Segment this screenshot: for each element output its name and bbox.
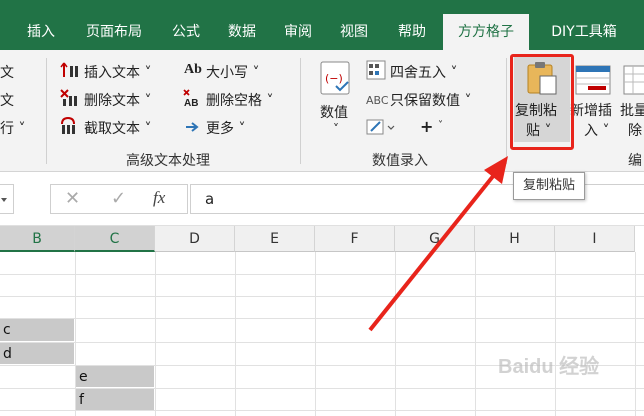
grid-line — [0, 410, 644, 411]
grid-line — [155, 252, 156, 416]
extract-text-button[interactable]: 截取文本 ˅ — [84, 118, 151, 138]
grid-line — [555, 252, 556, 416]
name-box-dropdown-icon[interactable] — [0, 195, 10, 205]
group-label-text: 高级文本处理 — [126, 153, 210, 169]
tab-fangfanggezi[interactable]: 方方格子 — [443, 14, 529, 50]
partial-text-3[interactable]: 行 ˅ — [0, 118, 25, 138]
grid-line — [235, 252, 236, 416]
insert-text-button[interactable]: 插入文本 ˅ — [84, 62, 151, 82]
value-icon: (−) — [320, 61, 350, 95]
arrow-right-icon — [186, 122, 199, 132]
partial-text-2[interactable]: 文 — [0, 90, 14, 110]
insert-function-button[interactable]: fx — [153, 188, 165, 208]
ribbon-separator — [300, 58, 301, 164]
round-icon — [366, 60, 386, 80]
tab-page-layout[interactable]: 页面布局 — [72, 14, 156, 50]
batch-delete-label-1[interactable]: 批量 — [620, 100, 644, 120]
grid-line — [0, 342, 644, 343]
cancel-entry-button[interactable]: ✕ — [65, 188, 80, 209]
round-button[interactable]: 四舍五入 ˅ — [390, 62, 457, 82]
tab-formulas[interactable]: 公式 — [160, 14, 212, 50]
plus-icon[interactable]: + — [420, 117, 433, 136]
extract-text-icon — [61, 116, 75, 134]
tab-data[interactable]: 数据 — [216, 14, 268, 50]
batch-delete-icon — [623, 65, 644, 95]
ribbon-separator — [46, 58, 47, 164]
watermark: Baidu 经验 — [498, 356, 600, 378]
delete-text-icon — [60, 89, 77, 106]
insert-text-icon — [60, 62, 78, 77]
grid-line — [0, 318, 644, 319]
case-icon: Ab — [184, 62, 202, 77]
grid-line — [0, 296, 644, 297]
new-insert-label-1[interactable]: 新增插 — [570, 100, 612, 120]
abc-icon: ABC — [366, 94, 389, 107]
group-label-edit: 编 — [628, 153, 642, 169]
highlight-box — [510, 54, 574, 150]
change-case-button[interactable]: 大小写 ˅ — [206, 62, 259, 82]
new-insert-label-2[interactable]: 入 ˅ — [584, 120, 609, 140]
ribbon-tab-bar: 插入 页面布局 公式 数据 审阅 视图 帮助 方方格子 DIY工具箱 — [0, 0, 644, 50]
plus-dropdown-icon[interactable]: ˅ — [438, 120, 443, 131]
name-box[interactable] — [0, 184, 14, 214]
value-button[interactable]: 数值 — [320, 102, 348, 122]
cell-b-d[interactable]: d — [0, 343, 74, 364]
grid-line — [315, 252, 316, 416]
svg-text:AB: AB — [184, 98, 198, 108]
keep-values-button[interactable]: 只保留数值 ˅ — [390, 90, 471, 110]
cell-c-e[interactable]: e — [76, 366, 154, 387]
delete-spaces-button[interactable]: 删除空格 ˅ — [206, 90, 273, 110]
column-header-d[interactable]: D — [155, 226, 235, 252]
column-header-e[interactable]: E — [235, 226, 315, 252]
tab-view[interactable]: 视图 — [328, 14, 380, 50]
confirm-entry-button[interactable]: ✓ — [111, 188, 126, 209]
batch-delete-label-2[interactable]: 除 — [628, 120, 642, 140]
formula-buttons: ✕ ✓ fx — [50, 184, 188, 214]
cell-b-c[interactable]: c — [0, 319, 74, 341]
svg-text:(−): (−) — [325, 72, 343, 85]
grid-line — [0, 274, 644, 275]
column-header-c[interactable]: C — [75, 226, 155, 252]
value-dropdown[interactable]: ˅ — [333, 122, 339, 136]
column-header-b[interactable]: B — [0, 226, 75, 252]
tab-diy-toolbox[interactable]: DIY工具箱 — [534, 14, 634, 50]
column-header-i[interactable]: I — [555, 226, 635, 252]
more-button[interactable]: 更多 ˅ — [206, 118, 245, 138]
new-insert-icon — [575, 65, 611, 95]
partial-text-1[interactable]: 文 — [0, 62, 14, 82]
grid-line — [635, 252, 636, 416]
annotation-arrow — [368, 156, 508, 332]
tab-insert[interactable]: 插入 — [12, 14, 70, 50]
delete-spaces-icon: AB — [183, 89, 198, 108]
edit-icon[interactable] — [366, 118, 396, 136]
tab-review[interactable]: 审阅 — [272, 14, 324, 50]
tab-help[interactable]: 帮助 — [384, 14, 440, 50]
cell-c-f[interactable]: f — [76, 389, 154, 410]
delete-text-button[interactable]: 删除文本 ˅ — [84, 90, 151, 110]
